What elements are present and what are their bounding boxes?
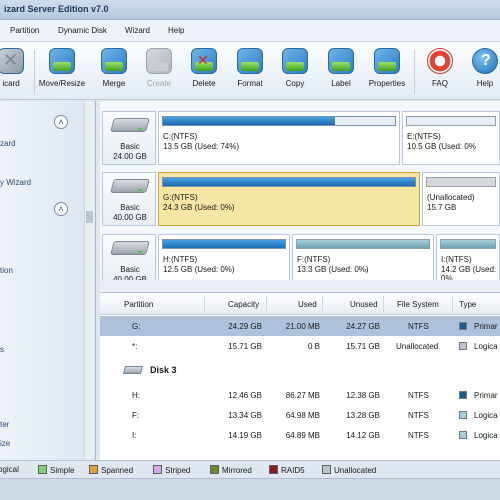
copy-button[interactable]: Copy (270, 48, 320, 96)
label-button[interactable]: Label (316, 48, 366, 96)
merge-icon (101, 48, 127, 74)
partition-block[interactable]: (Unallocated) 15.7 GB (422, 172, 500, 226)
legend-unallocated: Unallocated (322, 465, 376, 475)
menu-bar: Partition Dynamic Disk Wizard Help (0, 20, 500, 42)
sidebar-item-cluster[interactable]: ter (0, 420, 9, 429)
table-row[interactable]: I: 14.19 GB 64.89 MB 14.12 GB NTFS Logic… (100, 425, 500, 445)
column-header-type[interactable]: Type (459, 300, 476, 309)
usage-bar (296, 239, 430, 249)
usage-bar (426, 177, 496, 187)
usage-bar (162, 177, 416, 187)
hard-disk-icon (110, 118, 150, 138)
lifebuoy-icon (427, 48, 453, 74)
legend-mirrored: Mirrored (210, 465, 252, 475)
sidebar-item-wizard[interactable]: zard (0, 139, 16, 148)
toolbar: icard Move/Resize Merge Create Delete Fo… (0, 42, 500, 100)
sidebar-item-operation[interactable]: tion (0, 266, 13, 275)
format-button[interactable]: Format (225, 48, 275, 96)
delete-icon (191, 48, 217, 74)
column-header-used[interactable]: Used (298, 300, 317, 309)
table-row[interactable]: F: 13.34 GB 64.98 MB 13.28 GB NTFS Logic… (100, 405, 500, 425)
undo-icon (0, 48, 24, 74)
hard-disk-icon (110, 241, 150, 261)
legend-striped: Striped (153, 465, 190, 475)
column-header-partition[interactable]: Partition (124, 300, 153, 309)
legend-swatch (210, 465, 219, 474)
faq-button[interactable]: FAQ (415, 48, 465, 96)
table-header: Partition Capacity Used Unused File Syst… (100, 293, 500, 315)
format-icon (237, 48, 263, 74)
label-icon (328, 48, 354, 74)
partition-table: Partition Capacity Used Unused File Syst… (100, 292, 500, 460)
create-button[interactable]: Create (134, 48, 184, 96)
hard-disk-icon (122, 366, 144, 374)
legend-swatch (89, 465, 98, 474)
scrollbar-thumb[interactable] (86, 211, 93, 223)
disk-group-header: Disk 3 (120, 360, 320, 380)
column-header-file-system[interactable]: File System (397, 300, 439, 309)
disk-info[interactable]: Basic 24.00 GB (102, 111, 156, 165)
type-swatch (459, 431, 467, 439)
collapse-icon[interactable]: ˄ (54, 115, 68, 129)
sidebar-scrollbar[interactable] (84, 101, 94, 460)
help-button[interactable]: Help (460, 48, 500, 96)
usage-bar (162, 239, 286, 249)
properties-button[interactable]: Properties (362, 48, 412, 96)
usage-bar (406, 116, 496, 126)
disk-row: Basic 24.00 GB C:(NTFS) 13.5 GB (Used: 7… (100, 111, 500, 165)
legend-raid5: RAID5 (269, 465, 305, 475)
window-title: izard Server Edition v7.0 (4, 4, 109, 14)
type-swatch (459, 391, 467, 399)
legend-swatch (153, 465, 162, 474)
collapse-icon[interactable]: ˄ (54, 202, 68, 216)
diskmap-scrollbar[interactable] (100, 280, 500, 290)
legend-swatch (38, 465, 47, 474)
create-icon (146, 48, 172, 74)
move-resize-icon (49, 48, 75, 74)
menu-dynamic-disk[interactable]: Dynamic Disk (58, 26, 107, 35)
legend-swatch (322, 465, 331, 474)
type-swatch (459, 411, 467, 419)
legend-simple: Simple (38, 465, 74, 475)
disk-info[interactable]: Basic 40.00 GB (102, 172, 156, 226)
sidebar-item-s[interactable]: s (0, 345, 4, 354)
table-row[interactable]: H: 12.46 GB 86.27 MB 12.38 GB NTFS Prima… (100, 385, 500, 405)
legend: ogical Simple Spanned Striped Mirrored R… (0, 460, 500, 478)
move-resize-button[interactable]: Move/Resize (37, 48, 87, 96)
column-header-capacity[interactable]: Capacity (228, 300, 259, 309)
status-bar (0, 478, 500, 500)
column-header-unused[interactable]: Unused (350, 300, 378, 309)
sidebar-item-copy-wizard[interactable]: y Wizard (0, 178, 31, 187)
delete-button[interactable]: Delete (179, 48, 229, 96)
sidebar-item-resize[interactable]: ize (0, 439, 10, 448)
legend-swatch (269, 465, 278, 474)
usage-bar (162, 116, 396, 126)
type-swatch (459, 342, 467, 350)
partition-block-selected[interactable]: G:(NTFS) 24.3 GB (Used: 0%) (158, 172, 420, 226)
partition-block[interactable]: C:(NTFS) 13.5 GB (Used: 74%) (158, 111, 400, 165)
disk-row: Basic 40.00 GB G:(NTFS) 24.3 GB (Used: 0… (100, 172, 500, 226)
menu-partition[interactable]: Partition (10, 26, 39, 35)
type-swatch (459, 322, 467, 330)
toolbar-separator (34, 50, 35, 94)
merge-button[interactable]: Merge (89, 48, 139, 96)
sidebar: ˄ zard y Wizard ˄ tion s ter ize (0, 101, 96, 460)
discard-button[interactable]: icard (0, 48, 36, 96)
legend-spanned: Spanned (89, 465, 133, 475)
table-row[interactable]: G: 24.29 GB 21.00 MB 24.27 GB NTFS Prima… (100, 316, 500, 336)
legend-logical: ogical (0, 465, 19, 474)
properties-icon (374, 48, 400, 74)
help-icon (472, 48, 498, 74)
usage-bar (440, 239, 496, 249)
title-bar: izard Server Edition v7.0 (0, 0, 500, 20)
copy-icon (282, 48, 308, 74)
partition-block[interactable]: E:(NTFS) 10.5 GB (Used: 0% (402, 111, 500, 165)
table-row[interactable]: *: 15.71 GB 0 B 15.71 GB Unallocated Log… (100, 336, 500, 356)
menu-wizard[interactable]: Wizard (125, 26, 150, 35)
disk-map: Basic 24.00 GB C:(NTFS) 13.5 GB (Used: 7… (100, 101, 500, 291)
hard-disk-icon (110, 179, 150, 199)
menu-help[interactable]: Help (168, 26, 184, 35)
